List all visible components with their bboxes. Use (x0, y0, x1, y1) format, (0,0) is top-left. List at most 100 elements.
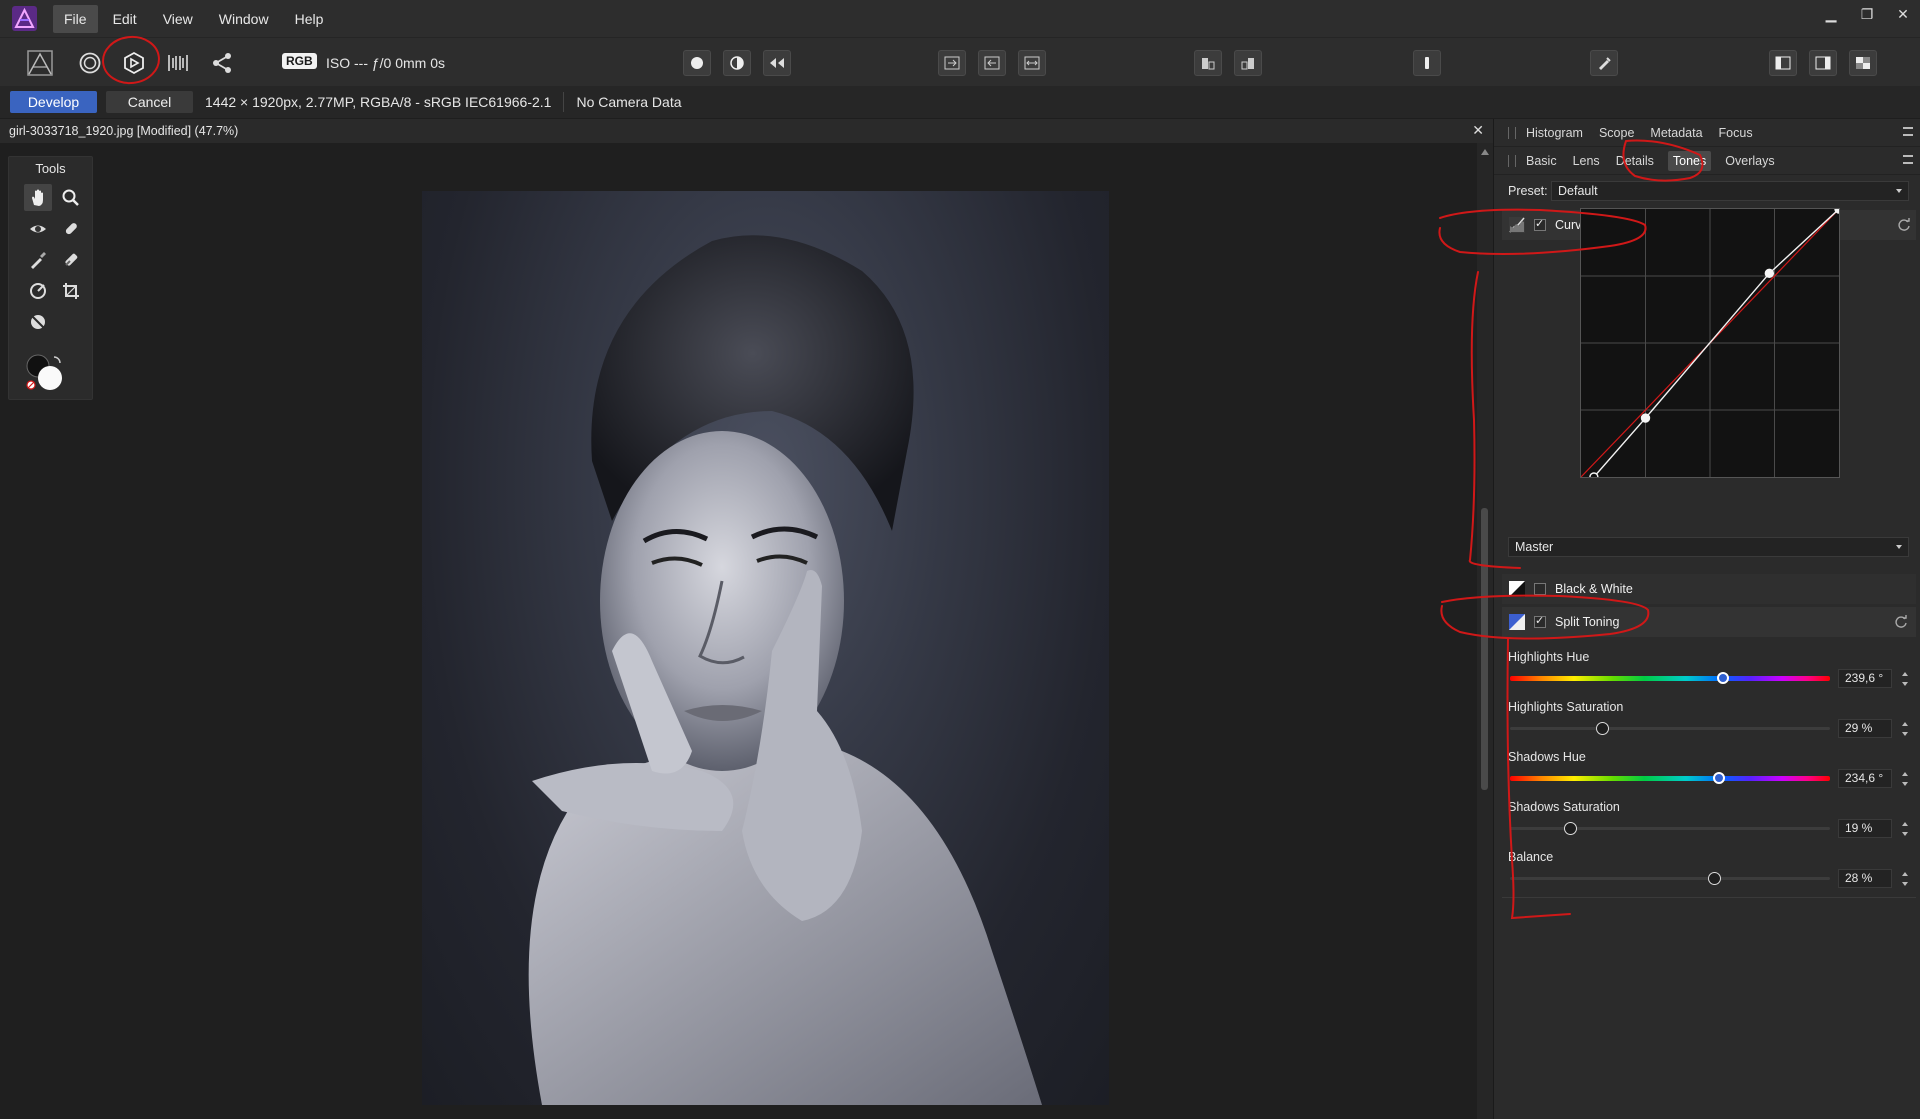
tab-overlays[interactable]: Overlays (1723, 151, 1776, 171)
balance-spinner[interactable] (1902, 872, 1910, 886)
balance-value[interactable]: 28 % (1838, 869, 1892, 888)
shadows-saturation-spinner[interactable] (1902, 822, 1910, 836)
primary-secondary-color-icon[interactable] (25, 352, 69, 394)
copy-right-button[interactable] (978, 50, 1006, 76)
shadows-hue-thumb[interactable] (1712, 772, 1725, 784)
split-toning-section-header[interactable]: Split Toning (1502, 607, 1916, 637)
zoom-tool-icon[interactable] (57, 184, 85, 211)
image-info: 1442 × 1920px, 2.77MP, RGBA/8 - sRGB IEC… (205, 94, 552, 110)
camera-info: No Camera Data (576, 94, 682, 110)
color-mode-badge: RGB (282, 53, 317, 69)
tone-mapping-persona-icon[interactable] (164, 49, 192, 77)
menu-view[interactable]: View (152, 5, 204, 33)
tab-metadata[interactable]: Metadata (1648, 123, 1704, 143)
shadows-hue-spinner[interactable] (1902, 772, 1910, 786)
shadows-hue-value[interactable]: 234,6 ° (1838, 769, 1892, 788)
channel-dropdown[interactable]: Master (1508, 537, 1909, 557)
highlights-hue-track[interactable] (1510, 676, 1830, 681)
panel-grip-icon[interactable] (1508, 154, 1516, 167)
curve-control-point[interactable] (1589, 472, 1599, 482)
toggle-ui-button[interactable] (1849, 50, 1877, 76)
tab-basic[interactable]: Basic (1524, 151, 1559, 171)
export-persona-icon[interactable] (208, 49, 236, 77)
curve-control-point[interactable] (1640, 413, 1651, 423)
shadows-saturation-label: Shadows Saturation (1508, 800, 1620, 814)
color-swatches[interactable] (24, 287, 72, 329)
restore-icon[interactable]: ❐ (1858, 6, 1876, 23)
menu-window[interactable]: Window (208, 5, 280, 33)
reset-icon[interactable] (1894, 615, 1908, 629)
photo-image (422, 191, 1109, 1105)
curves-reset-icon[interactable] (1897, 218, 1911, 232)
canvas-vertical-scrollbar[interactable] (1477, 143, 1493, 1119)
tab-lens[interactable]: Lens (1571, 151, 1602, 171)
brush-toggle-button[interactable] (1590, 50, 1618, 76)
menu-file[interactable]: File (53, 4, 98, 33)
highlights-saturation-thumb[interactable] (1596, 722, 1610, 735)
split-toning-enabled-checkbox[interactable] (1534, 614, 1546, 628)
curves-graph[interactable] (1580, 204, 1844, 482)
shadows-saturation-thumb[interactable] (1564, 822, 1578, 835)
tab-tones[interactable]: Tones (1667, 150, 1712, 171)
toggle-left-panel-button[interactable] (1769, 50, 1797, 76)
blemish-removal-icon[interactable] (57, 215, 85, 242)
curves-enabled-checkbox[interactable] (1534, 217, 1546, 231)
clipping-warning-button[interactable] (1413, 50, 1441, 76)
minimize-icon[interactable]: ▁ (1822, 6, 1840, 23)
highlights-hue-spinner[interactable] (1902, 672, 1910, 686)
develop-panel-tabs: Basic Lens Details Tones Overlays (1494, 147, 1920, 175)
red-eye-tool-icon[interactable] (24, 215, 52, 242)
preset-dropdown[interactable]: Default (1551, 181, 1909, 201)
menu-help[interactable]: Help (284, 5, 335, 33)
develop-persona-icon[interactable] (120, 49, 148, 77)
close-icon[interactable]: ✕ (1894, 6, 1912, 23)
cancel-button[interactable]: Cancel (106, 91, 193, 113)
view-single-button[interactable] (683, 50, 711, 76)
highlights-saturation-value[interactable]: 29 % (1838, 719, 1892, 738)
hand-tool-icon[interactable] (24, 184, 52, 211)
black-white-enabled-checkbox[interactable] (1534, 583, 1546, 595)
overlay-paint-icon[interactable] (24, 246, 52, 273)
view-mirror-button[interactable] (763, 50, 791, 76)
panel-menu-icon[interactable] (1903, 155, 1913, 164)
right-studio-panel: Histogram Scope Metadata Focus Basic Len… (1493, 119, 1920, 1119)
document-close-icon[interactable]: ✕ (1472, 122, 1484, 139)
panel-grip-icon[interactable] (1508, 126, 1516, 139)
shadows-hue-track[interactable] (1510, 776, 1830, 781)
highlights-hue-thumb[interactable] (1717, 672, 1730, 684)
tab-details[interactable]: Details (1614, 151, 1656, 171)
scroll-up-arrow-icon[interactable] (1481, 149, 1489, 155)
balance-track[interactable] (1510, 877, 1830, 880)
swap-button[interactable] (1018, 50, 1046, 76)
assistant-right-button[interactable] (1234, 50, 1262, 76)
develop-button[interactable]: Develop (10, 91, 97, 113)
assistant-left-button[interactable] (1194, 50, 1222, 76)
tab-scope[interactable]: Scope (1597, 123, 1636, 143)
liquify-persona-icon[interactable] (76, 49, 104, 77)
overlay-erase-icon[interactable] (57, 246, 85, 273)
copy-left-button[interactable] (938, 50, 966, 76)
shadows-saturation-value[interactable]: 19 % (1838, 819, 1892, 838)
black-white-section-header[interactable]: Black & White (1502, 574, 1916, 604)
toggle-right-panel-button[interactable] (1809, 50, 1837, 76)
tab-histogram[interactable]: Histogram (1524, 123, 1585, 143)
tab-focus[interactable]: Focus (1717, 123, 1755, 143)
document-tab[interactable]: girl-3033718_1920.jpg [Modified] (47.7%)… (0, 119, 1493, 143)
menu-bar: File Edit View Window Help ▁ ❐ ✕ (0, 0, 1920, 37)
context-toolbar: Develop Cancel 1442 × 1920px, 2.77MP, RG… (0, 86, 1920, 118)
curves-plot[interactable] (1580, 204, 1844, 482)
menu-edit[interactable]: Edit (102, 5, 148, 33)
shadows-saturation-track[interactable] (1510, 827, 1830, 830)
balance-thumb[interactable] (1708, 872, 1722, 885)
highlights-hue-value[interactable]: 239,6 ° (1838, 669, 1892, 688)
view-split-button[interactable] (723, 50, 751, 76)
photo-persona-icon[interactable] (26, 49, 54, 77)
affinity-photo-logo-icon[interactable] (12, 6, 37, 31)
highlights-saturation-spinner[interactable] (1902, 722, 1910, 736)
highlights-saturation-track[interactable] (1510, 727, 1830, 730)
scrollbar-thumb[interactable] (1481, 508, 1488, 790)
curve-control-point[interactable] (1764, 268, 1775, 279)
panel-menu-icon[interactable] (1903, 127, 1913, 136)
divider (1502, 897, 1916, 898)
preset-label: Preset: (1508, 184, 1548, 198)
